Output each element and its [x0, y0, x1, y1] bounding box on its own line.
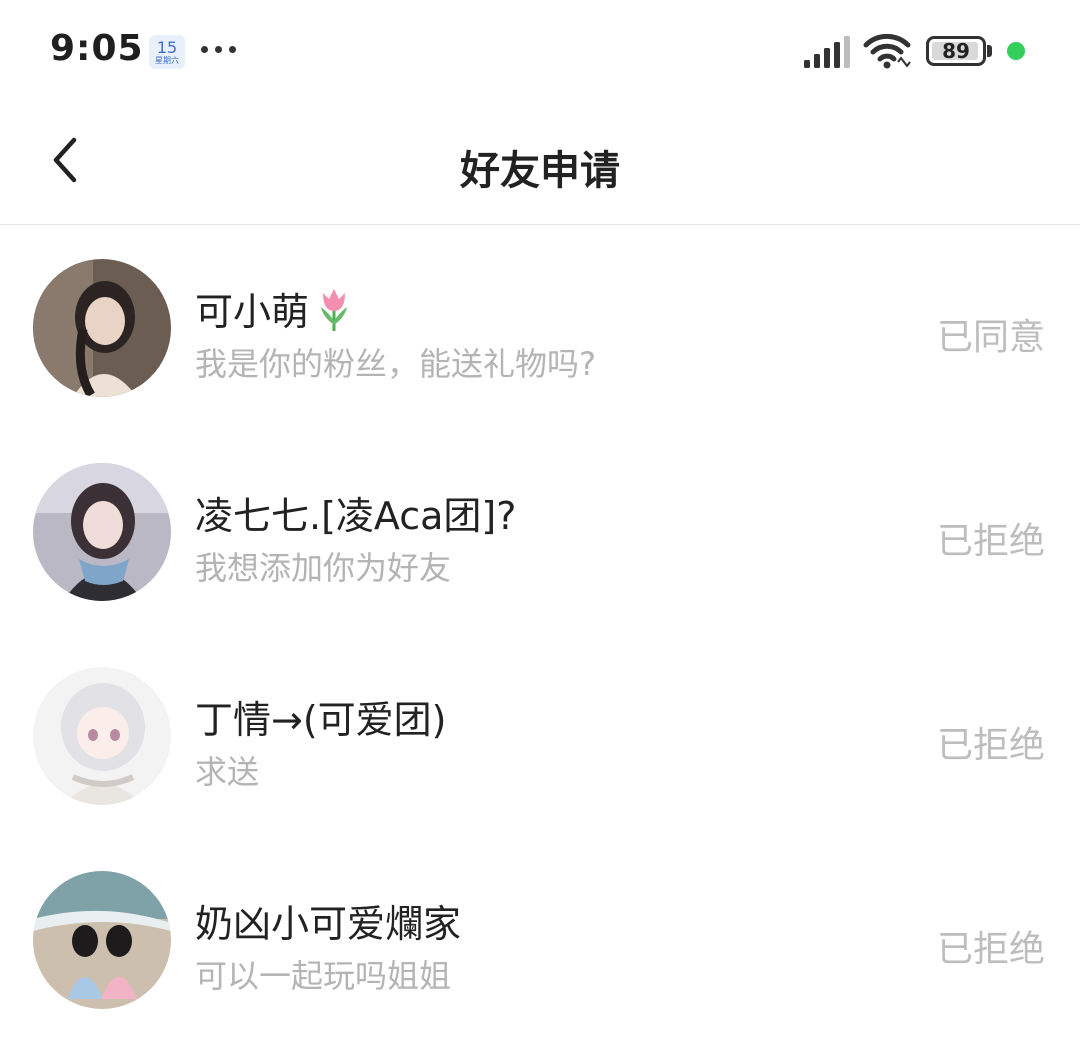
- request-name: 丁情→(可爱团): [195, 698, 447, 742]
- more-notifications-icon: [201, 46, 236, 53]
- nav-header: 好友申请: [0, 100, 1080, 225]
- tulip-icon: [321, 289, 348, 331]
- request-message: 我想添加你为好友: [195, 549, 452, 587]
- wifi-icon: [863, 33, 911, 69]
- battery-icon: 89: [926, 36, 986, 66]
- battery-level: 89: [942, 39, 970, 63]
- calendar-day: 15: [156, 37, 178, 57]
- privacy-indicator-dot: [1007, 42, 1025, 60]
- request-name: 奶凶小可爱爛家: [195, 902, 462, 946]
- request-message: 求送: [195, 753, 260, 791]
- signal-icon: [804, 36, 850, 68]
- request-name-text: 可小萌: [195, 290, 310, 334]
- request-status: 已拒绝: [936, 725, 1045, 766]
- request-status: 已同意: [936, 317, 1045, 358]
- page-title: 好友申请: [460, 148, 620, 194]
- request-message: 我是你的粉丝，能送礼物吗?: [195, 345, 596, 383]
- request-message: 可以一起玩吗姐姐: [195, 957, 452, 995]
- avatar[interactable]: [33, 871, 171, 1009]
- request-item[interactable]: 凌七七.[凌Aca团]? 我想添加你为好友 已拒绝: [0, 430, 1080, 634]
- status-bar: 9:05 15 星期六 89: [0, 0, 1080, 100]
- clock: 9:05: [50, 28, 144, 69]
- friend-request-list: 可小萌 我是你的粉丝，能送礼物吗? 已同意 凌七七.[凌Aca团]? 我想添加你…: [0, 226, 1080, 1042]
- request-item[interactable]: 丁情→(可爱团) 求送 已拒绝: [0, 634, 1080, 838]
- request-status: 已拒绝: [936, 521, 1045, 562]
- request-name: 可小萌: [195, 281, 353, 336]
- avatar[interactable]: [33, 259, 171, 397]
- request-name: 凌七七.[凌Aca团]?: [195, 494, 517, 538]
- request-item[interactable]: 可小萌 我是你的粉丝，能送礼物吗? 已同意: [0, 226, 1080, 430]
- avatar[interactable]: [33, 463, 171, 601]
- request-item[interactable]: 奶凶小可爱爛家 可以一起玩吗姐姐 已拒绝: [0, 838, 1080, 1042]
- calendar-icon: 15 星期六: [149, 35, 185, 69]
- calendar-week: 星期六: [155, 55, 179, 65]
- battery-cap: [987, 45, 992, 57]
- avatar[interactable]: [33, 667, 171, 805]
- request-status: 已拒绝: [936, 929, 1045, 970]
